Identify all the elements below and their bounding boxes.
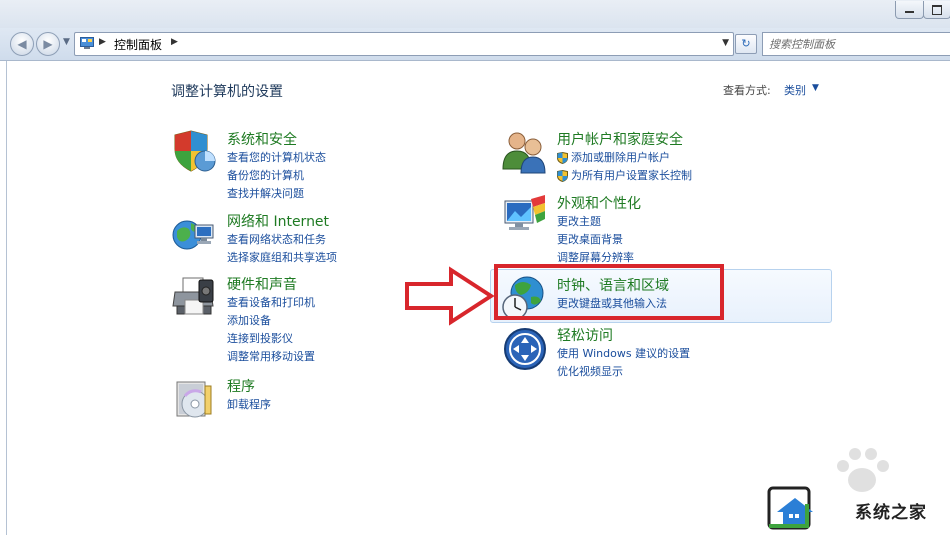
maximize-icon: [932, 5, 942, 15]
watermark-text: 系统之家: [855, 503, 927, 523]
category-title[interactable]: 程序: [227, 376, 255, 396]
link-windows-suggested-settings[interactable]: 使用 Windows 建议的设置: [557, 345, 690, 363]
category-title[interactable]: 轻松访问: [557, 325, 613, 345]
link-parental-controls[interactable]: 为所有用户设置家长控制: [557, 167, 692, 185]
link-troubleshoot[interactable]: 查找并解决问题: [227, 185, 326, 203]
link-backup-computer[interactable]: 备份您的计算机: [227, 167, 326, 185]
category-hardware-sound[interactable]: 硬件和声音 查看设备和打印机 添加设备 连接到投影仪 调整常用移动设置: [171, 274, 411, 366]
breadcrumb-separator-icon[interactable]: ▶: [171, 37, 178, 47]
link-uninstall-program[interactable]: 卸载程序: [227, 396, 271, 414]
view-by-dropdown[interactable]: 类别: [784, 82, 806, 98]
category-appearance[interactable]: 外观和个性化 更改主题 更改桌面背景 调整屏幕分辨率: [501, 193, 801, 265]
view-by-label: 查看方式:: [723, 84, 771, 97]
refresh-button[interactable]: ↻: [735, 34, 757, 54]
recent-pages-dropdown[interactable]: ▼: [63, 37, 70, 47]
category-links: 添加或删除用户帐户 为所有用户设置家长控制: [557, 149, 692, 185]
address-dropdown-icon[interactable]: ▼: [722, 38, 729, 48]
link-network-status[interactable]: 查看网络状态和任务: [227, 231, 337, 249]
link-mobility-settings[interactable]: 调整常用移动设置: [227, 348, 315, 366]
link-text: 添加或删除用户帐户: [571, 151, 670, 164]
control-panel-content: 调整计算机的设置 查看方式: 类别 ▼ 系统和安全 查看您的计算机状态 备份您的…: [6, 61, 950, 535]
search-input[interactable]: [767, 35, 949, 53]
link-optimize-visual-display[interactable]: 优化视频显示: [557, 363, 690, 381]
watermark-logo-icon: [767, 486, 813, 530]
programs-disc-icon: [176, 381, 212, 418]
annotation-highlight-frame: [494, 264, 724, 320]
category-links: 查看网络状态和任务 选择家庭组和共享选项: [227, 231, 337, 267]
link-homegroup-sharing[interactable]: 选择家庭组和共享选项: [227, 249, 337, 267]
maximize-button[interactable]: [923, 1, 950, 19]
category-title[interactable]: 硬件和声音: [227, 274, 297, 294]
address-bar[interactable]: ▶ 控制面板 ▶ ▼: [74, 32, 734, 56]
control-panel-icon: [80, 37, 94, 49]
ease-of-access-icon: [504, 328, 546, 370]
category-links: 查看您的计算机状态 备份您的计算机 查找并解决问题: [227, 149, 326, 203]
category-system-security[interactable]: 系统和安全 查看您的计算机状态 备份您的计算机 查找并解决问题: [171, 129, 411, 205]
minimize-icon: [905, 11, 914, 13]
annotation-arrow-icon: [405, 266, 495, 326]
category-title[interactable]: 网络和 Internet: [227, 211, 329, 231]
back-arrow-icon: ◀: [17, 37, 27, 51]
category-ease-of-access[interactable]: 轻松访问 使用 Windows 建议的设置 优化视频显示: [501, 325, 801, 381]
appearance-monitor-icon: [504, 195, 545, 230]
category-title[interactable]: 系统和安全: [227, 129, 297, 149]
window-titlebar: [0, 0, 950, 28]
link-change-theme[interactable]: 更改主题: [557, 213, 634, 231]
category-links: 使用 Windows 建议的设置 优化视频显示: [557, 345, 690, 381]
network-globe-icon: [172, 220, 214, 250]
category-title[interactable]: 用户帐户和家庭安全: [557, 129, 683, 149]
link-view-computer-status[interactable]: 查看您的计算机状态: [227, 149, 326, 167]
link-change-background[interactable]: 更改桌面背景: [557, 231, 634, 249]
link-devices-printers[interactable]: 查看设备和打印机: [227, 294, 315, 312]
navigation-bar: ◀ ▶ ▼ ▶ 控制面板 ▶ ▼ ↻: [0, 28, 950, 61]
category-user-accounts[interactable]: 用户帐户和家庭安全 添加或删除用户帐户 为所有用户设置家长控制: [501, 129, 801, 185]
link-connect-projector[interactable]: 连接到投影仪: [227, 330, 315, 348]
breadcrumb-control-panel[interactable]: 控制面板: [114, 36, 162, 53]
link-text: 为所有用户设置家长控制: [571, 169, 692, 182]
category-network-internet[interactable]: 网络和 Internet 查看网络状态和任务 选择家庭组和共享选项: [171, 211, 411, 267]
category-links: 卸载程序: [227, 396, 271, 414]
link-add-remove-accounts[interactable]: 添加或删除用户帐户: [557, 149, 692, 167]
shield-chart-icon: [174, 130, 216, 172]
category-links: 更改主题 更改桌面背景 调整屏幕分辨率: [557, 213, 634, 267]
minimize-button[interactable]: [895, 1, 924, 19]
breadcrumb-separator-icon[interactable]: ▶: [99, 37, 106, 47]
forward-arrow-icon: ▶: [43, 37, 53, 51]
back-button[interactable]: ◀: [10, 32, 34, 56]
category-title[interactable]: 外观和个性化: [557, 193, 641, 213]
forward-button[interactable]: ▶: [36, 32, 60, 56]
link-add-device[interactable]: 添加设备: [227, 312, 315, 330]
category-programs[interactable]: 程序 卸载程序: [171, 376, 411, 420]
uac-shield-icon: [557, 170, 568, 182]
users-icon: [502, 132, 546, 174]
category-links: 查看设备和打印机 添加设备 连接到投影仪 调整常用移动设置: [227, 294, 315, 366]
uac-shield-icon: [557, 152, 568, 164]
search-box[interactable]: [762, 32, 950, 56]
view-by-dropdown-arrow-icon[interactable]: ▼: [812, 83, 819, 93]
refresh-icon: ↻: [741, 37, 751, 50]
printer-icon: [172, 277, 214, 315]
page-title: 调整计算机的设置: [171, 84, 283, 100]
